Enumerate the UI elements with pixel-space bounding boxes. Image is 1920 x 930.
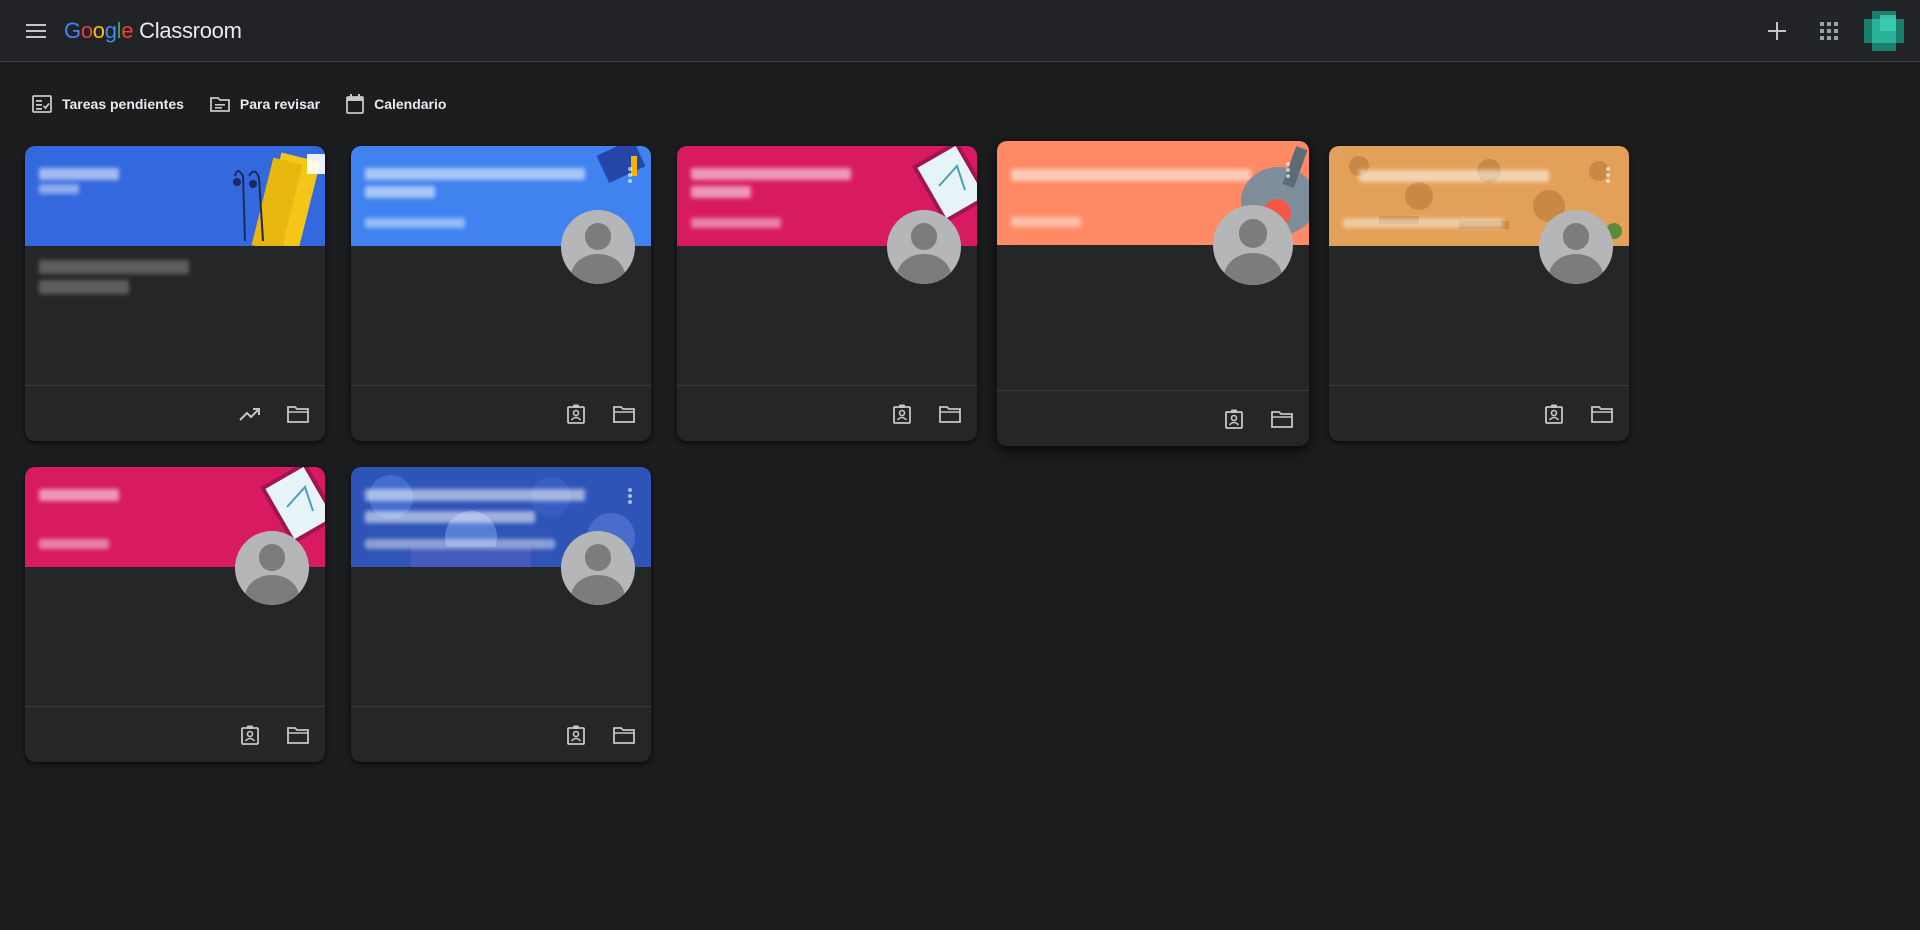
class-card-footer [351,706,651,762]
class-card-footer [25,385,325,441]
insights-button[interactable] [237,401,263,427]
folder-icon [1591,405,1613,423]
open-folder-button[interactable] [285,401,311,427]
books-illustration [596,146,646,184]
google-wordmark: Google [64,17,134,43]
class-toolbar: Tareas pendientes Para revisar Calendari… [0,62,1920,146]
open-folder-button[interactable] [1269,406,1295,432]
teacher-avatar [235,531,309,605]
hamburger-menu-button[interactable] [12,7,60,55]
open-assignments-button[interactable] [563,722,589,748]
class-card[interactable] [351,146,651,441]
class-card-banner[interactable] [25,146,325,246]
open-assignments-button[interactable] [237,722,263,748]
folder-icon [613,405,635,423]
folder-icon [1271,410,1293,428]
class-card-footer [677,385,977,441]
assignment-ind-icon [893,404,911,424]
class-card-footer [25,706,325,762]
teacher-avatar [561,210,635,284]
teacher-avatar [1213,205,1293,285]
open-assignments-button[interactable] [1541,401,1567,427]
assignment-ind-icon [567,725,585,745]
calendar-label: Calendario [374,96,447,112]
folder-icon [287,405,309,423]
hamburger-menu-icon [26,23,46,38]
teacher-avatar [1539,210,1613,284]
open-folder-button[interactable] [285,722,311,748]
top-app-bar: Google Classroom [0,0,1920,62]
folder-icon [287,726,309,744]
checklist-icon [32,95,52,113]
calendar-icon [346,94,364,114]
apps-grid-icon [1820,22,1838,40]
class-card-footer [997,390,1309,446]
teacher-avatar [887,210,961,284]
review-folder-icon [210,97,230,112]
assignment-ind-icon [1545,404,1563,424]
open-folder-button[interactable] [611,401,637,427]
class-card[interactable] [997,141,1309,446]
account-avatar-icon[interactable] [1864,11,1904,51]
assignment-ind-icon [1225,409,1243,429]
open-assignments-button[interactable] [889,401,915,427]
google-apps-button[interactable] [1808,10,1850,52]
teacher-avatar [561,531,635,605]
assignment-ind-icon [241,725,259,745]
to-do-label: Tareas pendientes [62,96,184,112]
open-folder-button[interactable] [937,401,963,427]
class-card[interactable] [25,146,325,441]
class-card[interactable] [677,146,977,441]
class-card[interactable] [351,467,651,762]
google-classroom-logo[interactable]: Google Classroom [64,18,242,44]
to-do-link[interactable]: Tareas pendientes [32,95,184,113]
open-assignments-button[interactable] [1221,406,1247,432]
app-name: Classroom [139,17,242,43]
open-folder-button[interactable] [611,722,637,748]
class-card-footer [1329,385,1629,441]
more-options-button[interactable] [1285,161,1291,179]
create-join-class-button[interactable] [1756,10,1798,52]
open-folder-button[interactable] [1589,401,1615,427]
more-options-button[interactable] [627,166,633,184]
calendar-link[interactable]: Calendario [346,94,446,114]
assignment-ind-icon [567,404,585,424]
class-card-footer [351,385,651,441]
plus-icon [1768,22,1786,40]
folder-icon [613,726,635,744]
headphones-notebook-illustration [233,152,325,246]
more-options-button[interactable] [627,487,633,505]
class-card[interactable] [25,467,325,762]
open-assignments-button[interactable] [563,401,589,427]
more-options-button[interactable] [1605,166,1611,184]
to-review-label: Para revisar [239,96,321,112]
trending-up-icon [239,407,260,421]
class-card[interactable] [1329,146,1629,441]
to-review-link[interactable]: Para revisar [210,95,320,113]
folder-icon [939,405,961,423]
